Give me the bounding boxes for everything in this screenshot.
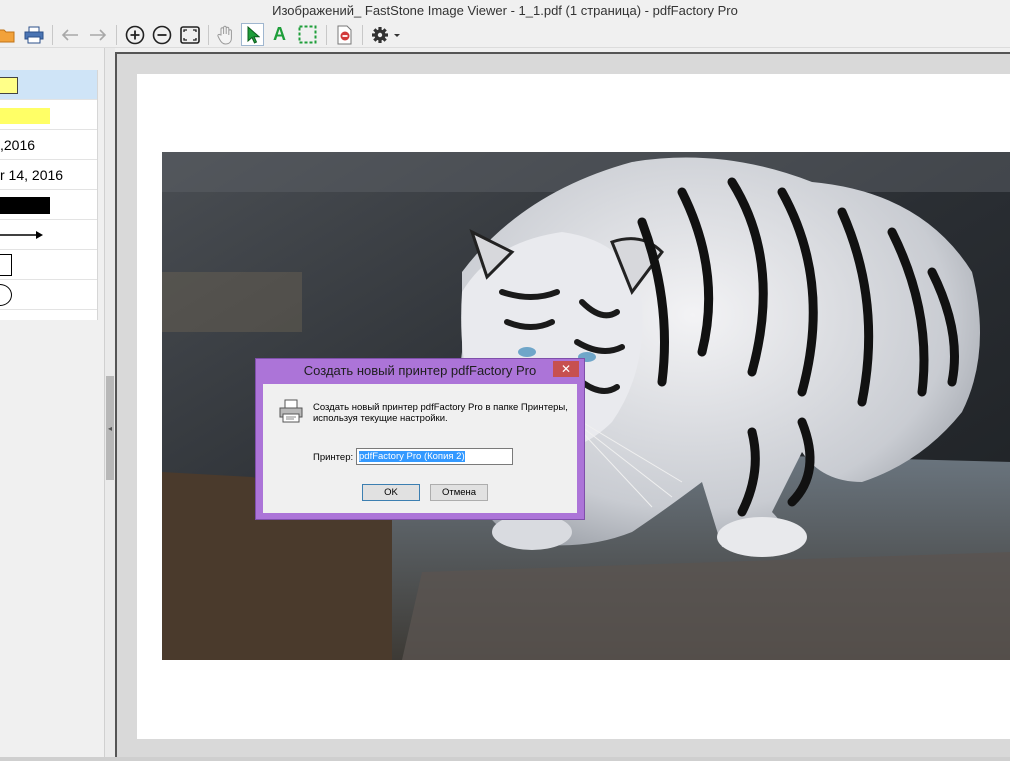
pointer-icon [247,25,260,44]
delete-page-icon [337,25,351,44]
annotation-circle[interactable] [0,280,97,310]
annotation-arrow[interactable] [0,220,97,250]
fit-window-icon [179,25,200,44]
printer-icon [278,399,304,426]
zoom-out-icon [152,25,171,44]
annotation-date-1[interactable]: ,2016 [0,130,97,160]
close-button[interactable]: ✕ [553,361,579,377]
print-button[interactable] [22,23,45,46]
annotation-list: ,2016 r 14, 2016 [0,70,98,320]
zoom-in-icon [125,25,144,44]
cancel-button[interactable]: Отмена [430,484,488,501]
forward-button[interactable] [86,23,109,46]
annotation-rectangle[interactable] [0,250,97,280]
status-strip [0,757,1010,761]
settings-button[interactable] [368,23,404,46]
open-button[interactable] [0,23,17,46]
zoom-out-button[interactable] [150,23,173,46]
text-tool-icon: A [273,24,286,44]
create-printer-dialog: Создать новый принтер pdfFactory Pro ✕ С… [255,358,585,520]
printer-name-value: pdfFactory Pro (Копия 2) [359,451,465,462]
hand-tool-button[interactable] [214,23,237,46]
folder-icon [0,29,14,42]
gear-icon [372,26,400,43]
text-tool-button[interactable]: A [268,23,291,46]
ok-button[interactable]: OK [362,484,420,501]
dialog-message: Создать новый принтер pdfFactory Pro в п… [313,402,568,424]
arrow-right-icon [89,28,106,41]
fit-window-button[interactable] [178,23,201,46]
hand-icon [216,25,232,45]
printer-name-label: Принтер: [313,452,354,463]
window-title: Изображений_ FastStone Image Viewer - 1_… [0,0,1010,21]
zoom-in-button[interactable] [123,23,146,46]
close-icon: ✕ [560,362,572,376]
annotation-highlight[interactable] [0,100,97,130]
annotation-date-2[interactable]: r 14, 2016 [0,160,97,190]
dialog-body: Создать новый принтер pdfFactory Pro в п… [263,384,577,513]
collapse-panel-grip[interactable]: ◂ [106,376,114,480]
dialog-title: Создать новый принтер pdfFactory Pro [303,363,537,378]
delete-page-button[interactable] [333,23,356,46]
printer-icon [24,26,43,43]
annotation-redact[interactable] [0,190,97,220]
annotation-date-label: r 14, 2016 [0,167,64,183]
panel-splitter[interactable]: ◂ [104,48,115,761]
printer-name-input[interactable]: pdfFactory Pro (Копия 2) [356,448,513,465]
back-button[interactable] [58,23,81,46]
marquee-icon [298,25,317,44]
arrow-left-icon [61,28,78,41]
arrow-icon [0,231,43,239]
toolbar: A [0,21,1010,48]
annotation-date-label: ,2016 [0,137,36,153]
annotation-note[interactable] [0,70,97,100]
marquee-tool-button[interactable] [296,23,319,46]
select-tool-button[interactable] [241,23,264,46]
